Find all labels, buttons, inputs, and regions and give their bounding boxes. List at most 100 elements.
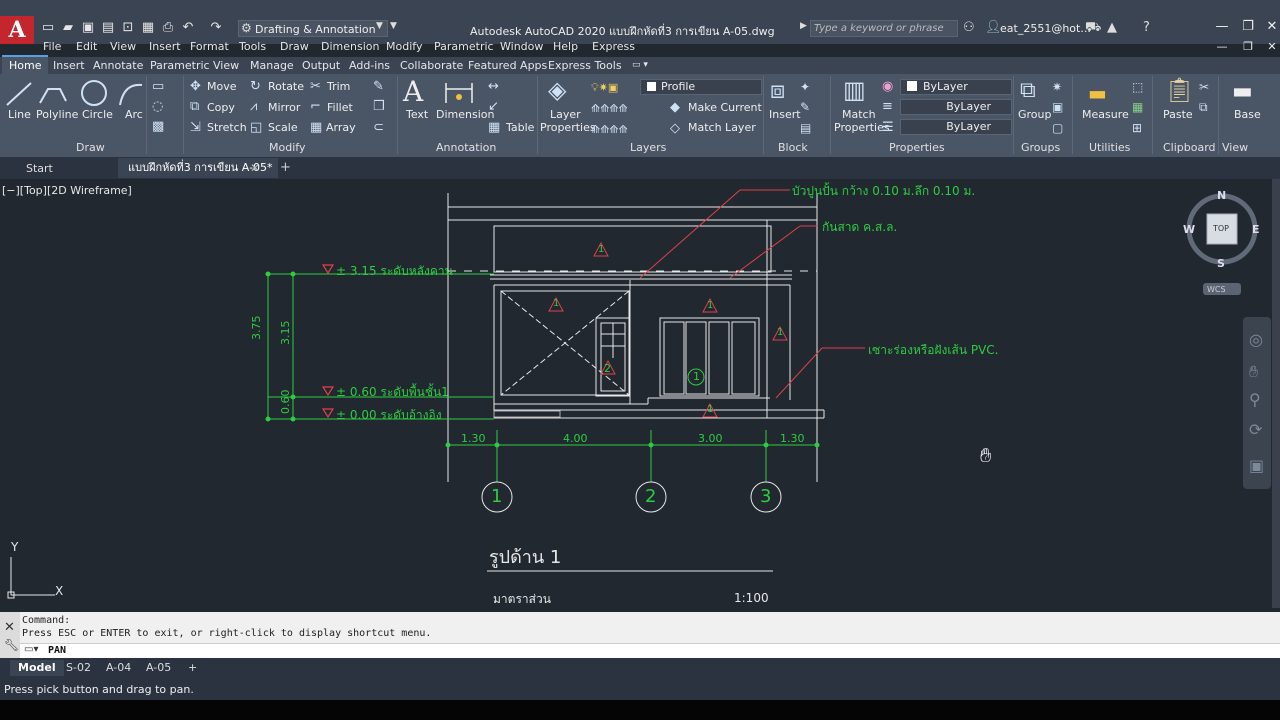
offset-icon[interactable]: ⊂ [373, 120, 384, 136]
quick-select-icon[interactable]: ⬚ [1132, 79, 1143, 95]
zoom-extents-icon[interactable]: ⚲ [1249, 390, 1261, 409]
gradient-icon[interactable]: ▩ [152, 119, 164, 135]
redo-icon[interactable]: ↷ [208, 20, 224, 36]
help-icon[interactable]: ? [1143, 20, 1150, 35]
ribbon-toggle-icon[interactable]: ▭ ▾ [625, 57, 655, 74]
restore-icon[interactable]: ❐ [1238, 18, 1258, 36]
tab-close-icon[interactable]: ✕ [250, 158, 260, 178]
fillet-button[interactable]: Fillet [327, 101, 353, 114]
command-customize-icon[interactable]: 🔧︎ [4, 638, 19, 652]
tab-annotate[interactable]: Annotate [86, 57, 150, 74]
steering-wheel-icon[interactable]: ◎ [1249, 330, 1263, 349]
rotate-button[interactable]: Rotate [268, 80, 304, 93]
search-input[interactable]: Type a keyword or phrase [810, 20, 958, 37]
tab-collaborate[interactable]: Collaborate [393, 57, 470, 74]
showmotion-icon[interactable]: ▣ [1249, 456, 1264, 475]
panel-title-layers[interactable]: Layers [630, 141, 666, 155]
undo-icon[interactable]: ↶ [180, 20, 196, 36]
minimize-icon[interactable]: — [1212, 18, 1232, 36]
leader-icon[interactable]: ↙ [488, 99, 499, 115]
id-point-icon[interactable]: ⊞ [1132, 120, 1142, 136]
menu-format[interactable]: Format [190, 40, 229, 53]
open-folder-icon[interactable]: ▰ [60, 20, 76, 36]
group-button[interactable]: Group [1018, 108, 1052, 121]
layout-tab-s02[interactable]: S-02 [58, 660, 99, 676]
binoculars-icon[interactable]: ⚇ [963, 20, 975, 35]
doc-minimize-icon[interactable]: — [1212, 38, 1232, 56]
panel-title-block[interactable]: Block [778, 141, 808, 155]
menu-tools[interactable]: Tools [239, 40, 266, 53]
doc-restore-icon[interactable]: ❐ [1238, 38, 1258, 56]
add-layout-icon[interactable]: + [180, 660, 205, 676]
insert-button[interactable]: Insert [769, 108, 801, 121]
mirror-button[interactable]: Mirror [268, 101, 300, 114]
panel-title-clipboard[interactable]: Clipboard [1163, 141, 1216, 155]
ungroup-icon[interactable]: ✷ [1052, 79, 1062, 95]
rectangle-icon[interactable]: ▭ [152, 79, 164, 95]
menu-express[interactable]: Express [592, 40, 635, 53]
copy-clip-icon[interactable]: ⧉ [1199, 99, 1208, 115]
menu-insert[interactable]: Insert [149, 40, 181, 53]
create-block-icon[interactable]: ✦ [800, 79, 810, 95]
close-icon[interactable]: ✕ [1262, 18, 1280, 36]
doc-close-icon[interactable]: ✕ [1262, 38, 1280, 56]
command-input[interactable]: PAN [20, 643, 1280, 658]
layer-properties-label[interactable]: Properties [540, 121, 596, 134]
panel-title-view[interactable]: View [1222, 141, 1248, 155]
viewcube-east[interactable]: E [1252, 223, 1260, 236]
panel-title-utilities[interactable]: Utilities [1089, 141, 1130, 155]
pan-nav-icon[interactable]: ✋︎ [1249, 362, 1258, 382]
viewcube-north[interactable]: N [1217, 189, 1226, 202]
move-button[interactable]: Move [207, 80, 237, 93]
arc-button[interactable]: Arc [125, 108, 143, 121]
paste-button[interactable]: Paste [1163, 108, 1193, 121]
open-web-icon[interactable]: ⊡ [120, 20, 136, 36]
tab-home[interactable]: Home [2, 55, 49, 76]
group-select-icon[interactable]: ▢ [1052, 120, 1063, 136]
viewcube-west[interactable]: W [1183, 223, 1195, 236]
menu-dimension[interactable]: Dimension [321, 40, 379, 53]
new-file-icon[interactable]: ▭ [40, 20, 56, 36]
viewcube-south[interactable]: S [1217, 257, 1225, 270]
layout-tab-model[interactable]: Model [10, 660, 64, 676]
wcs-menu[interactable]: WCS [1207, 285, 1226, 294]
match-layer-button[interactable]: Match Layer [688, 121, 756, 134]
panel-title-groups[interactable]: Groups [1021, 141, 1060, 155]
panel-title-annotation[interactable]: Annotation [436, 141, 496, 155]
menu-window[interactable]: Window [500, 40, 543, 53]
menu-help[interactable]: Help [553, 40, 578, 53]
save-icon[interactable]: ▣ [80, 20, 96, 36]
menu-file[interactable]: File [43, 40, 61, 53]
chevron-right-icon[interactable]: ▶ [800, 21, 807, 31]
copy-button[interactable]: Copy [207, 101, 235, 114]
exchange-icon[interactable]: ▲ [1107, 20, 1117, 35]
tab-output[interactable]: Output [295, 57, 347, 74]
tab-add-ins[interactable]: Add-ins [342, 57, 397, 74]
viewcube-top[interactable]: TOP [1213, 224, 1229, 233]
hatch-icon[interactable]: ◌ [152, 99, 163, 115]
application-menu-button[interactable]: A [0, 16, 34, 44]
user-account[interactable]: eat_2551@hot... [1000, 22, 1091, 35]
make-current-button[interactable]: Make Current [688, 101, 762, 114]
tab-insert[interactable]: Insert [46, 57, 92, 74]
calculator-icon[interactable]: ▦ [1132, 99, 1143, 115]
vertical-scrollbar[interactable] [1272, 179, 1280, 608]
new-tab-icon[interactable]: + [280, 158, 291, 178]
trim-button[interactable]: Trim [327, 80, 350, 93]
linear-dim-icon[interactable]: ↔ [488, 79, 499, 95]
menu-draw[interactable]: Draw [280, 40, 309, 53]
scale-button[interactable]: Scale [268, 121, 298, 134]
panel-title-modify[interactable]: Modify [269, 141, 305, 155]
text-button[interactable]: Text [406, 108, 428, 121]
panel-title-draw[interactable]: Draw [76, 141, 105, 155]
measure-button[interactable]: Measure [1082, 108, 1129, 121]
stretch-button[interactable]: Stretch [207, 121, 247, 134]
circle-button[interactable]: Circle [82, 108, 113, 121]
match-properties-button[interactable]: Match [842, 108, 876, 121]
menu-view[interactable]: View [110, 40, 136, 53]
menu-modify[interactable]: Modify [386, 40, 422, 53]
line-button[interactable]: Line [8, 108, 31, 121]
layer-dropdown[interactable]: Profile [640, 79, 762, 95]
linetype-dropdown[interactable]: ByLayer [900, 99, 1012, 115]
menu-edit[interactable]: Edit [76, 40, 97, 53]
